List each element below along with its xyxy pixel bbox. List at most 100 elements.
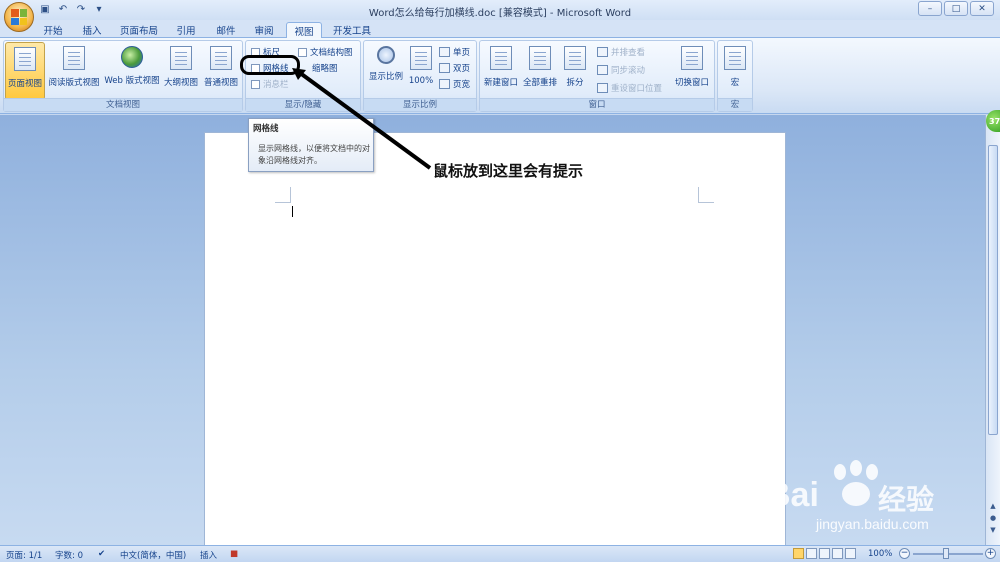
page-width-icon [439, 79, 450, 89]
message-bar-checkbox[interactable]: 消息栏 [251, 78, 289, 90]
zoom-in-icon[interactable]: + [985, 548, 996, 559]
macros-button[interactable]: 宏 [721, 42, 749, 100]
arrange-all-button[interactable]: 全部重排 [521, 42, 559, 100]
tab-home[interactable]: 开始 [38, 22, 68, 38]
tab-mailings[interactable]: 邮件 [212, 22, 240, 38]
web-layout-label: Web 版式视图 [104, 76, 160, 86]
tab-view[interactable]: 视图 [286, 22, 322, 39]
document-page[interactable] [204, 132, 786, 546]
draft-button[interactable]: 普通视图 [201, 42, 241, 100]
new-window-label: 新建窗口 [483, 78, 518, 88]
status-draft-icon[interactable] [845, 548, 856, 559]
scrollbar-thumb[interactable] [988, 145, 998, 435]
proofing-icon[interactable]: ✔ [98, 549, 105, 559]
one-page-icon [439, 47, 450, 57]
watermark-url: jingyan.baidu.com [816, 516, 929, 532]
annotation-text: 鼠标放到这里会有提示 [433, 162, 584, 180]
arrange-all-label: 全部重排 [522, 78, 557, 88]
switch-windows-button[interactable]: 切换窗口 [672, 42, 712, 100]
tab-references[interactable]: 引用 [172, 22, 200, 38]
magnifier-icon [377, 46, 395, 64]
outline-button[interactable]: 大纲视图 [162, 42, 200, 100]
message-bar-label: 消息栏 [263, 80, 289, 90]
watermark-brand-cn: 经验 [878, 484, 935, 515]
new-window-button[interactable]: 新建窗口 [482, 42, 520, 100]
group-document-views: 页面视图 阅读版式视图 Web 版式视图 大纲视图 普通视图 文档视图 [3, 40, 243, 112]
one-page-button[interactable]: 单页 [439, 46, 470, 58]
document-map-checkbox-box [298, 47, 307, 57]
switch-windows-label: 切换窗口 [674, 78, 709, 88]
ribbon: 页面视图 阅读版式视图 Web 版式视图 大纲视图 普通视图 文档视图 标尺 文… [0, 38, 1000, 114]
group-window: 新建窗口 全部重排 拆分 并排查看 同步滚动 重设窗口位置 切换窗口 窗口 [479, 40, 715, 112]
status-insert-mode[interactable]: 插入 [200, 549, 217, 561]
status-words[interactable]: 字数: 0 [55, 549, 83, 561]
document-map-checkbox[interactable]: 文档结构图 [298, 46, 353, 58]
status-language[interactable]: 中文(简体，中国) [120, 549, 186, 561]
split-icon [564, 46, 586, 70]
sync-scroll-button[interactable]: 同步滚动 [597, 64, 645, 76]
print-layout-label: 页面视图 [7, 79, 42, 89]
group-macros: 宏 宏 [717, 40, 753, 112]
office-logo-icon [11, 9, 27, 25]
zoom-out-icon[interactable]: − [899, 548, 910, 559]
web-layout-button[interactable]: Web 版式视图 [102, 42, 162, 100]
two-pages-icon [439, 63, 450, 73]
view-shortcuts [793, 548, 856, 559]
page-100-icon [410, 46, 432, 70]
text-cursor [292, 206, 293, 217]
minimize-button[interactable]: – [918, 1, 942, 16]
two-pages-label: 双页 [453, 64, 471, 74]
new-window-icon [490, 46, 512, 70]
full-screen-reading-button[interactable]: 阅读版式视图 [47, 42, 101, 100]
office-button[interactable] [4, 2, 34, 32]
status-web-icon[interactable] [819, 548, 830, 559]
window-controls: – □ ✕ [918, 1, 994, 16]
scroll-down-icon[interactable]: ▼ [988, 525, 998, 535]
zoom-slider-thumb[interactable] [943, 548, 949, 559]
page-width-button[interactable]: 页宽 [439, 78, 470, 90]
document-map-label: 文档结构图 [310, 48, 353, 58]
tab-insert[interactable]: 插入 [78, 22, 106, 38]
sync-scroll-label: 同步滚动 [611, 66, 646, 76]
reset-window-icon [597, 83, 608, 93]
ribbon-tabs: 开始 插入 页面布局 引用 邮件 审阅 视图 开发工具 ? [0, 20, 1000, 55]
two-pages-button[interactable]: 双页 [439, 62, 470, 74]
split-label: 拆分 [566, 78, 584, 88]
baidu-watermark: Bai 经验 jingyan.baidu.com [766, 460, 976, 540]
outline-icon [170, 46, 192, 70]
group-label-macros: 宏 [718, 98, 752, 111]
group-label-window: 窗口 [480, 98, 714, 111]
reading-layout-icon [63, 46, 85, 70]
status-bar: 页面: 1/1 字数: 0 ✔ 中文(简体，中国) 插入 ■ 100% − + [0, 545, 1000, 562]
side-by-side-button[interactable]: 并排查看 [597, 46, 645, 58]
macros-label: 宏 [730, 78, 740, 88]
reset-window-position-button[interactable]: 重设窗口位置 [597, 82, 662, 94]
status-print-layout-icon[interactable] [793, 548, 804, 559]
print-layout-icon [14, 47, 36, 71]
status-zoom-level[interactable]: 100% [868, 549, 892, 559]
scroll-up-icon[interactable]: ▲ [988, 501, 998, 511]
maximize-button[interactable]: □ [944, 1, 968, 16]
macro-record-icon[interactable]: ■ [230, 549, 238, 559]
reset-window-label: 重设窗口位置 [611, 84, 663, 94]
one-page-label: 单页 [453, 48, 471, 58]
status-reading-icon[interactable] [806, 548, 817, 559]
crop-mark-top-left [275, 187, 291, 203]
message-bar-checkbox-box [251, 79, 260, 89]
print-layout-button[interactable]: 页面视图 [5, 42, 45, 100]
split-button[interactable]: 拆分 [560, 42, 590, 100]
close-button[interactable]: ✕ [970, 1, 994, 16]
floating-badge[interactable]: 37 [986, 110, 1000, 132]
vertical-scrollbar[interactable]: ▲ ● ▼ [985, 115, 1000, 545]
sync-scroll-icon [597, 65, 608, 75]
tab-review[interactable]: 审阅 [250, 22, 278, 38]
web-layout-icon [121, 46, 143, 68]
status-page[interactable]: 页面: 1/1 [6, 549, 42, 561]
tab-page-layout[interactable]: 页面布局 [118, 22, 160, 38]
scroll-select-browse-icon[interactable]: ● [988, 513, 998, 523]
side-by-side-icon [597, 47, 608, 57]
tab-developer[interactable]: 开发工具 [330, 22, 374, 38]
crop-mark-top-right [698, 187, 714, 203]
status-outline-icon[interactable] [832, 548, 843, 559]
annotation-arrow [292, 68, 432, 170]
